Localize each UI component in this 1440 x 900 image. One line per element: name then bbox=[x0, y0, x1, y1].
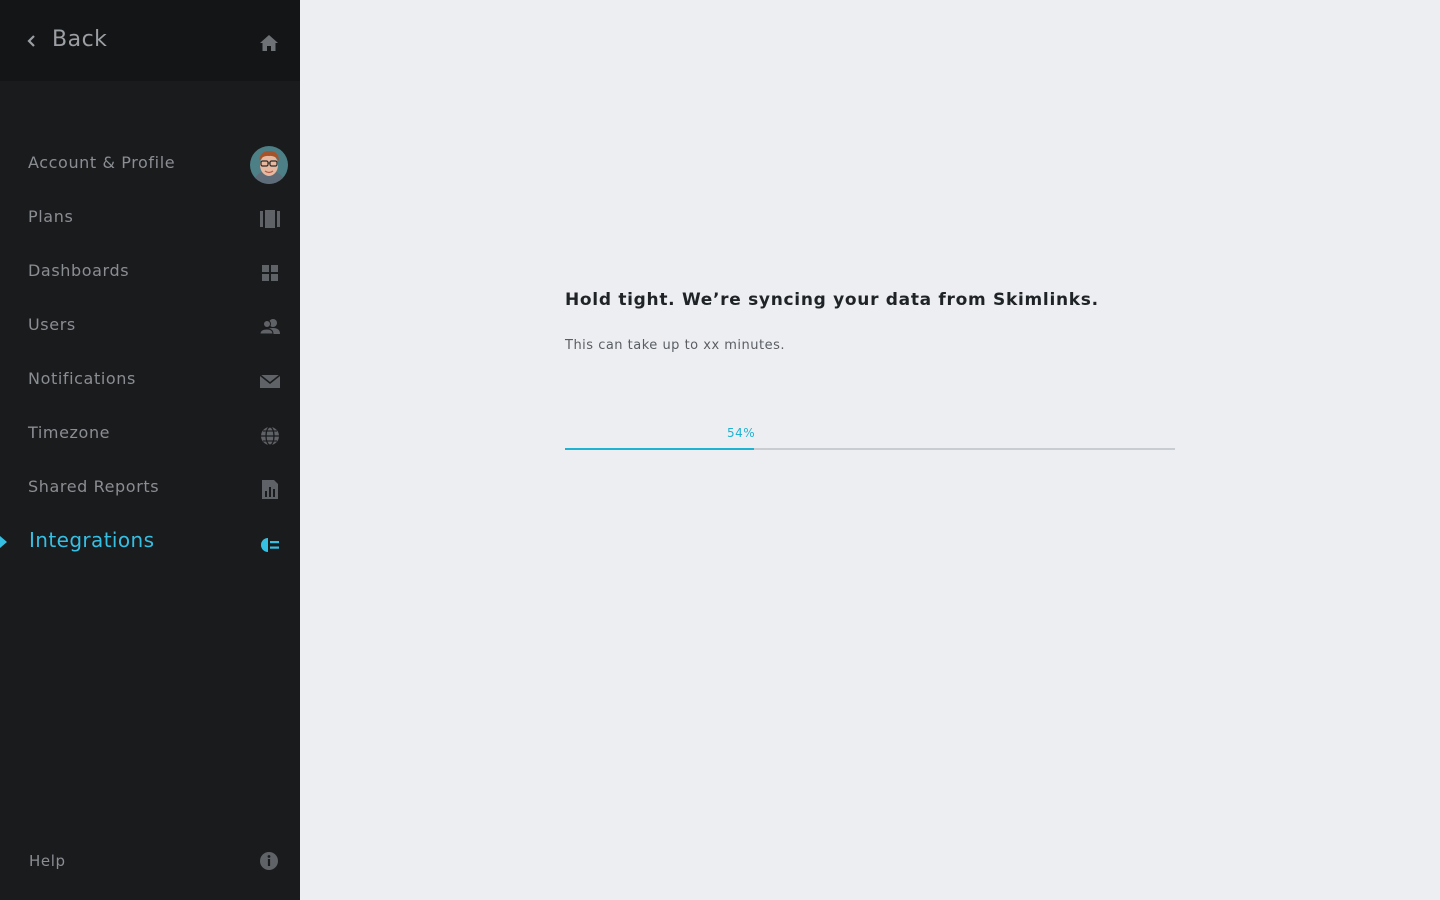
globe-icon bbox=[261, 426, 279, 445]
sidebar-item-label: Shared Reports bbox=[28, 477, 160, 496]
home-icon[interactable] bbox=[259, 33, 279, 53]
dashboards-icon bbox=[262, 265, 278, 281]
sync-title: Hold tight. We’re syncing your data from… bbox=[565, 290, 1099, 310]
sidebar-item-label: Account & Profile bbox=[28, 153, 176, 172]
progress-fill bbox=[565, 448, 755, 450]
sidebar-item-integrations[interactable]: Integrations bbox=[0, 518, 300, 566]
back-link[interactable]: Back bbox=[52, 27, 107, 52]
sidebar-item-label: Timezone bbox=[28, 423, 111, 442]
main-content: Hold tight. We’re syncing your data from… bbox=[300, 0, 1440, 900]
sidebar-item-plans[interactable]: Plans bbox=[0, 195, 300, 243]
report-icon bbox=[262, 480, 278, 499]
sidebar-item-timezone[interactable]: Timezone bbox=[0, 411, 300, 459]
sidebar-item-help[interactable]: Help bbox=[0, 840, 300, 884]
integrations-icon bbox=[261, 538, 279, 552]
sidebar-item-dashboards[interactable]: Dashboards bbox=[0, 249, 300, 297]
envelope-icon bbox=[259, 374, 281, 388]
sidebar-item-shared-reports[interactable]: Shared Reports bbox=[0, 465, 300, 513]
help-label: Help bbox=[29, 852, 66, 870]
active-indicator bbox=[0, 536, 7, 548]
sync-subtitle: This can take up to xx minutes. bbox=[565, 338, 786, 353]
sidebar-item-label: Dashboards bbox=[28, 261, 130, 280]
chevron-left-icon[interactable] bbox=[26, 33, 38, 49]
sidebar-header: Back bbox=[0, 0, 300, 81]
sidebar-item-label: Notifications bbox=[28, 369, 136, 388]
progress-bar bbox=[565, 448, 1175, 450]
sidebar-item-label: Integrations bbox=[29, 528, 155, 552]
sidebar-item-notifications[interactable]: Notifications bbox=[0, 357, 300, 405]
progress-label: 54% bbox=[727, 426, 756, 440]
sidebar-item-users[interactable]: Users bbox=[0, 303, 300, 351]
avatar[interactable] bbox=[250, 146, 288, 184]
plans-icon bbox=[260, 210, 280, 228]
sidebar-item-label: Users bbox=[28, 315, 76, 334]
info-icon bbox=[260, 852, 278, 870]
users-icon bbox=[259, 319, 280, 335]
sidebar-item-label: Plans bbox=[28, 207, 74, 226]
sidebar: Back Account & Profile Plans Dashboards … bbox=[0, 0, 300, 900]
